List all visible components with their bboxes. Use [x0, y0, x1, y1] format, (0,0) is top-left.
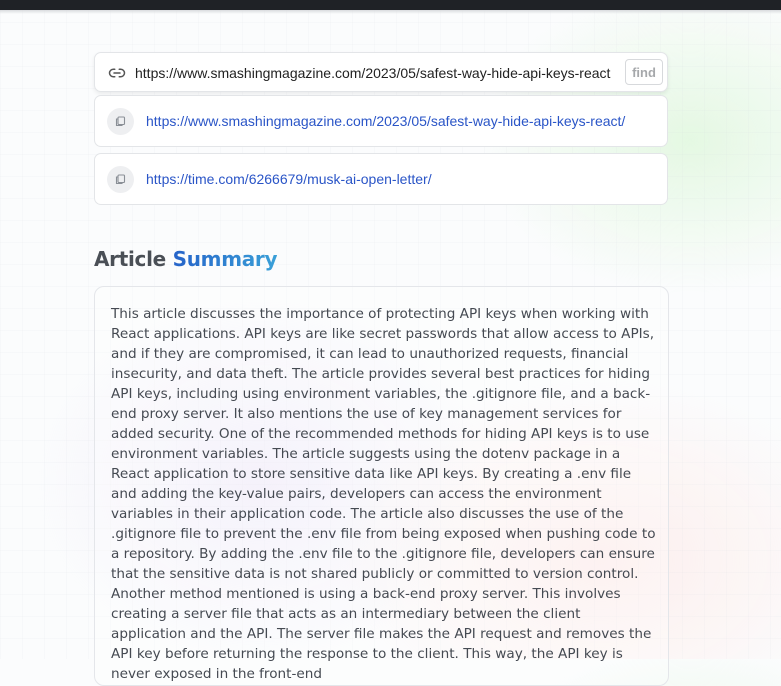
link-icon	[108, 68, 126, 78]
history-link[interactable]: https://time.com/6266679/musk-ai-open-le…	[146, 171, 432, 187]
history-link[interactable]: https://www.smashingmagazine.com/2023/05…	[146, 113, 625, 129]
summary-heading-accent: Summary	[172, 247, 278, 271]
copy-icon	[115, 116, 126, 127]
summary-heading-prefix: Article	[94, 247, 166, 271]
copy-button[interactable]	[107, 108, 134, 135]
url-search-form: find	[94, 52, 668, 92]
browser-top-bar	[0, 0, 781, 10]
summary-box: This article discusses the importance of…	[94, 286, 669, 686]
top-bar-shadow	[0, 10, 781, 14]
url-input[interactable]	[135, 62, 621, 84]
find-button[interactable]: find	[625, 59, 663, 85]
copy-icon	[115, 174, 126, 185]
history-item[interactable]: https://www.smashingmagazine.com/2023/05…	[94, 95, 668, 147]
summary-text: This article discusses the importance of…	[111, 306, 656, 682]
summary-heading: Article Summary	[94, 247, 278, 271]
copy-button[interactable]	[107, 166, 134, 193]
history-item[interactable]: https://time.com/6266679/musk-ai-open-le…	[94, 153, 668, 205]
